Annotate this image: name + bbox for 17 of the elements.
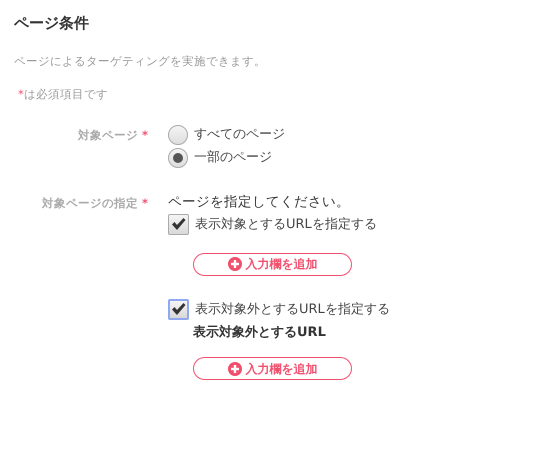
checkbox-label[interactable]: 表示対象外とするURLを指定する	[195, 300, 390, 319]
plus-icon	[228, 362, 242, 376]
checkbox[interactable]	[168, 298, 189, 320]
radio-button[interactable]	[168, 148, 188, 168]
option-label[interactable]: すべてのページ	[194, 125, 285, 145]
plus-icon	[228, 257, 242, 272]
option-label[interactable]: 一部のページ	[194, 148, 272, 168]
required-note: *は必須項目です	[18, 86, 109, 104]
field-label: 対象ページ *	[76, 126, 149, 144]
page-title: ページ条件	[14, 14, 90, 32]
section-heading: 表示対象外とするURL	[193, 324, 326, 342]
description-text: ページによるターゲティングを実施できます。	[14, 53, 267, 70]
checkbox-label[interactable]: 表示対象とするURLを指定する	[195, 214, 377, 234]
field-label: 対象ページの指定 *	[40, 194, 149, 212]
radio-button[interactable]	[168, 125, 188, 145]
instruction-text: ページを指定してください。	[168, 192, 350, 212]
checkbox[interactable]	[168, 214, 189, 235]
